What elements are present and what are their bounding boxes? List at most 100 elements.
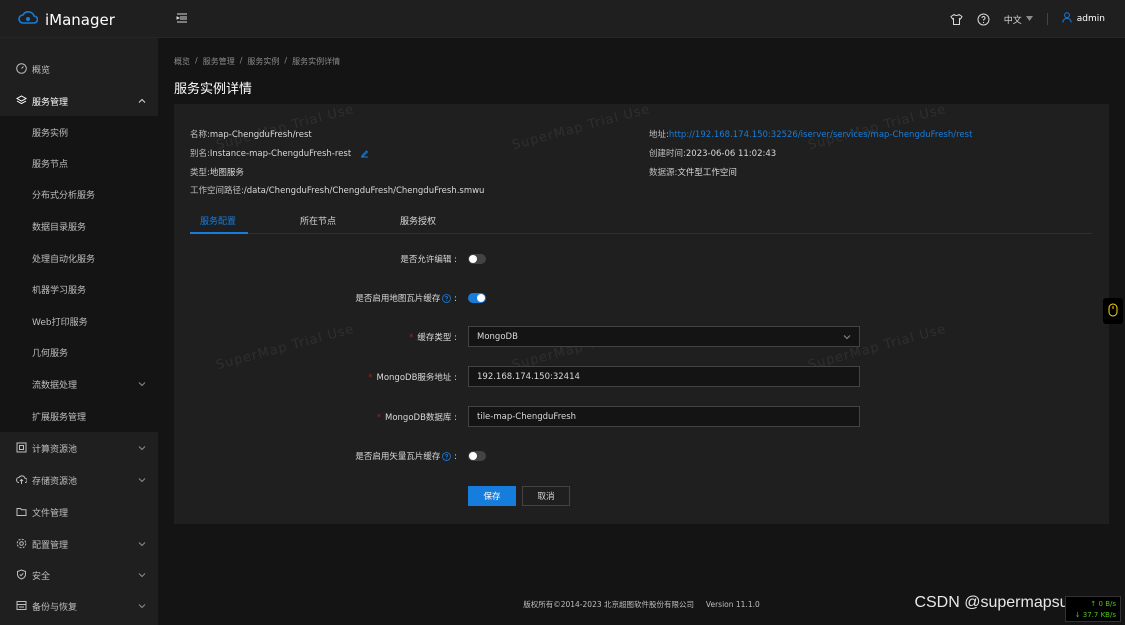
brand[interactable]: iManager	[18, 10, 115, 29]
submenu-item-service-node[interactable]: 服务节点	[0, 147, 158, 178]
chevron-up-icon	[138, 97, 146, 105]
required-mark: *	[368, 373, 373, 383]
service-submenu: 服务实例 服务节点 分布式分析服务 数据目录服务 处理自动化服务 机器学习服务 …	[0, 116, 158, 432]
network-speed-widget: ↑ 0 B/s ↓ 37.7 KB/s	[1065, 596, 1121, 622]
breadcrumb-service-instance[interactable]: 服务实例	[247, 56, 279, 67]
question-circle-icon[interactable]	[442, 294, 452, 303]
caret-down-icon	[1025, 14, 1033, 24]
user-menu[interactable]: admin	[1062, 12, 1105, 26]
sidebar-item-storage-pool[interactable]: 存储资源池	[0, 464, 158, 496]
tab-nodes[interactable]: 所在节点	[300, 214, 336, 227]
sidebar-item-compute-pool[interactable]: 计算资源池	[0, 432, 158, 464]
breadcrumb-overview[interactable]: 概览	[174, 56, 190, 67]
submenu-item-service-instance[interactable]: 服务实例	[0, 116, 158, 147]
tile-cache-switch[interactable]	[468, 293, 486, 303]
mongodb-address-label: * MongoDB服务地址 :	[368, 373, 457, 383]
sidebar-item-security[interactable]: 安全	[0, 559, 158, 591]
submenu-item-web-print[interactable]: Web打印服务	[0, 305, 158, 336]
vector-cache-label: 是否启用矢量瓦片缓存 :	[355, 452, 457, 462]
sidebar-item-overview[interactable]: 概览	[0, 53, 158, 85]
language-select[interactable]: 中文	[1004, 13, 1033, 26]
upload-speed: ↑ 0 B/s	[1090, 600, 1116, 608]
page-title: 服务实例详情	[174, 82, 253, 97]
submenu-item-machine-learning[interactable]: 机器学习服务	[0, 273, 158, 304]
save-button[interactable]: 保存	[468, 486, 516, 506]
side-widget[interactable]	[1103, 298, 1123, 324]
detail-tabs: 服务配置 所在节点 服务授权	[190, 208, 1092, 234]
form-row-cache-type: * 缓存类型 : MongoDB	[174, 326, 1109, 348]
allow-edit-switch[interactable]	[468, 254, 486, 264]
required-mark: *	[376, 413, 382, 423]
switch-knob	[469, 452, 477, 460]
chevron-down-icon	[138, 476, 146, 484]
mongodb-database-input[interactable]: tile-map-ChengduFresh	[468, 406, 860, 427]
info-type: 类型:地图服务	[190, 168, 244, 178]
submenu-item-distributed-analysis[interactable]: 分布式分析服务	[0, 178, 158, 209]
info-address: 地址:http://192.168.174.150:32526/iserver/…	[649, 130, 973, 140]
info-created-time: 创建时间:2023-06-06 11:02:43	[649, 149, 777, 159]
version-text: Version 11.1.0	[705, 600, 760, 609]
info-datasource: 数据源:文件型工作空间	[649, 168, 737, 178]
form-row-allow-edit: 是否允许编辑 :	[174, 248, 1109, 270]
chevron-down-icon	[138, 380, 146, 388]
question-circle-icon[interactable]	[442, 452, 452, 461]
copyright-text: 版权所有©2014-2023 北京超图软件股份有限公司	[523, 600, 694, 609]
switch-knob	[469, 255, 477, 263]
form-actions: 保存 取消	[174, 486, 1109, 508]
gear-icon	[16, 538, 27, 549]
submenu-item-geometry[interactable]: 几何服务	[0, 336, 158, 367]
sidebar-item-file-management[interactable]: 文件管理	[0, 496, 158, 528]
breadcrumb-service-management[interactable]: 服务管理	[203, 56, 235, 67]
shield-icon	[16, 569, 27, 580]
chevron-down-icon	[843, 333, 851, 341]
form-row-tile-cache: 是否启用地图瓦片缓存 :	[174, 287, 1109, 309]
required-mark: *	[409, 333, 414, 343]
sidebar-item-config-management[interactable]: 配置管理	[0, 528, 158, 560]
mongodb-address-input[interactable]: 192.168.174.150:32414	[468, 366, 860, 387]
mongodb-database-label: * MongoDB数据库 :	[376, 413, 457, 423]
submenu-item-stream-processing[interactable]: 流数据处理	[0, 368, 158, 399]
breadcrumb-current: 服务实例详情	[292, 57, 341, 66]
menu-fold-icon[interactable]	[176, 12, 190, 26]
compute-icon	[16, 442, 27, 453]
form-row-mongodb-database: * MongoDB数据库 : tile-map-ChengduFresh	[174, 406, 1109, 428]
cache-type-value: MongoDB	[477, 332, 518, 342]
detail-card: SuperMap Trial Use SuperMap Trial Use Su…	[174, 102, 1109, 524]
vector-cache-switch[interactable]	[468, 451, 486, 461]
edit-icon[interactable]	[360, 149, 369, 158]
breadcrumb-separator: /	[284, 56, 288, 65]
tab-service-config[interactable]: 服务配置	[200, 214, 236, 227]
layers-icon	[15, 95, 28, 106]
cancel-button[interactable]: 取消	[522, 486, 570, 506]
cloud-upload-icon	[16, 474, 28, 485]
backup-icon	[16, 600, 27, 611]
breadcrumb-separator: /	[195, 56, 198, 65]
chevron-down-icon	[138, 602, 146, 610]
submenu-item-data-catalog[interactable]: 数据目录服务	[0, 210, 158, 241]
cache-type-select[interactable]: MongoDB	[468, 326, 860, 347]
submenu-item-extension-services[interactable]: 扩展服务管理	[0, 400, 158, 431]
username: admin	[1076, 14, 1105, 24]
brand-name: iManager	[45, 10, 115, 29]
submenu-item-processing-automation[interactable]: 处理自动化服务	[0, 242, 158, 273]
theme-shirt-icon[interactable]	[950, 13, 963, 26]
sidebar-item-service-management[interactable]: 服务管理	[0, 85, 158, 117]
form-row-mongodb-address: * MongoDB服务地址 : 192.168.174.150:32414	[174, 366, 1109, 388]
header-divider	[1046, 13, 1048, 25]
tab-authorization[interactable]: 服务授权	[400, 214, 436, 227]
cloud-logo-icon	[18, 10, 39, 29]
active-tab-indicator	[190, 232, 248, 234]
chevron-down-icon	[138, 444, 146, 452]
chevron-down-icon	[138, 540, 146, 548]
help-circle-icon[interactable]	[977, 13, 990, 26]
form-row-vector-cache: 是否启用矢量瓦片缓存 :	[174, 445, 1109, 467]
top-bar: iManager 中文 admin	[0, 0, 1125, 38]
sidebar-item-backup-restore[interactable]: 备份与恢复	[0, 590, 158, 622]
info-name: 名称:map-ChengduFresh/rest	[190, 130, 312, 140]
tile-cache-label: 是否启用地图瓦片缓存 :	[355, 294, 457, 304]
service-address-link[interactable]: http://192.168.174.150:32526/iserver/ser…	[669, 130, 973, 140]
sidebar: 概览 服务管理 服务实例 服务节点 分布式分析服务 数据目录服务 处理自动化服务…	[0, 38, 158, 625]
breadcrumb: 概览 / 服务管理 / 服务实例 / 服务实例详情	[174, 56, 340, 67]
user-icon	[1062, 12, 1072, 26]
chevron-down-icon	[138, 571, 146, 579]
